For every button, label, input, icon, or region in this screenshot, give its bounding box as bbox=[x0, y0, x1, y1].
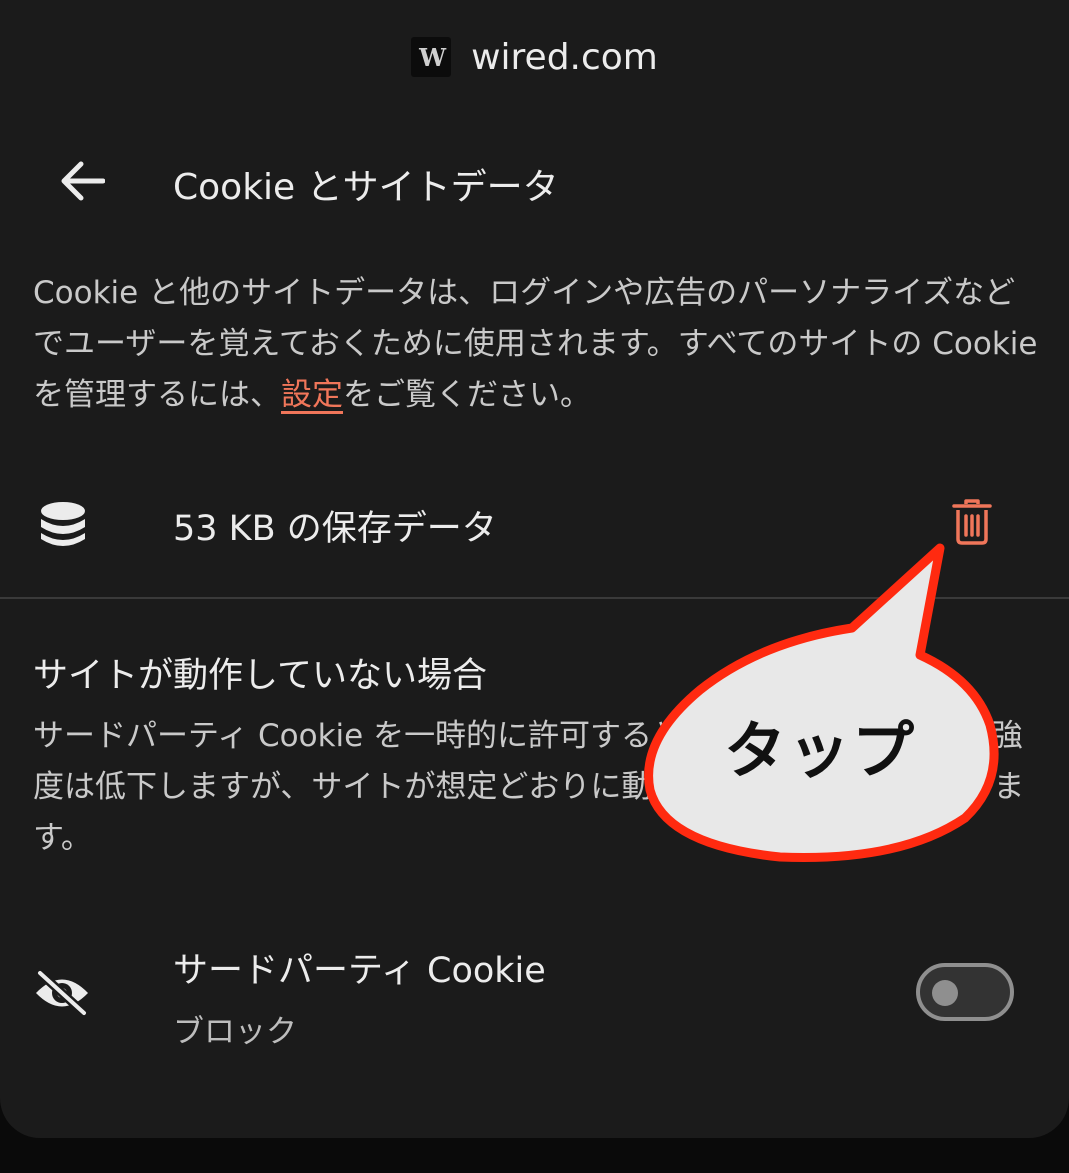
site-name: wired.com bbox=[471, 36, 658, 78]
cookie-description: Cookie と他のサイトデータは、ログインや広告のパーソナライズなどでユーザー… bbox=[33, 268, 1043, 421]
section-divider bbox=[0, 597, 1069, 599]
site-favicon: W bbox=[411, 37, 452, 77]
arrow-back-icon bbox=[61, 161, 105, 201]
page-title: Cookie とサイトデータ bbox=[173, 167, 559, 208]
title-row: Cookie とサイトデータ bbox=[0, 150, 1069, 210]
back-button[interactable] bbox=[52, 156, 112, 206]
third-party-cookies-row[interactable]: サードパーティ Cookie ブロック bbox=[0, 930, 1069, 1060]
third-party-cookies-title: サードパーティ Cookie bbox=[173, 951, 546, 991]
stored-data-label: 53 KB の保存データ bbox=[173, 509, 497, 549]
third-party-cookies-status: ブロック bbox=[173, 1014, 297, 1050]
cookie-settings-sheet: W wired.com Cookie とサイトデータ Cookie と他のサイト… bbox=[0, 0, 1069, 1138]
description-text-end: をご覧ください。 bbox=[343, 377, 591, 413]
settings-link[interactable]: 設定 bbox=[281, 377, 343, 413]
tap-callout-text: タップ bbox=[723, 714, 916, 787]
third-party-cookies-toggle[interactable] bbox=[916, 963, 1014, 1021]
trash-icon bbox=[952, 499, 992, 545]
section-title: サイトが動作していない場合 bbox=[33, 656, 487, 696]
stored-data-row: 53 KB の保存データ bbox=[0, 480, 1069, 570]
toggle-knob bbox=[932, 980, 958, 1006]
delete-data-button[interactable] bbox=[944, 494, 1000, 550]
site-header: W wired.com bbox=[0, 34, 1069, 80]
eye-off-icon bbox=[35, 968, 89, 1018]
database-icon bbox=[41, 502, 85, 546]
